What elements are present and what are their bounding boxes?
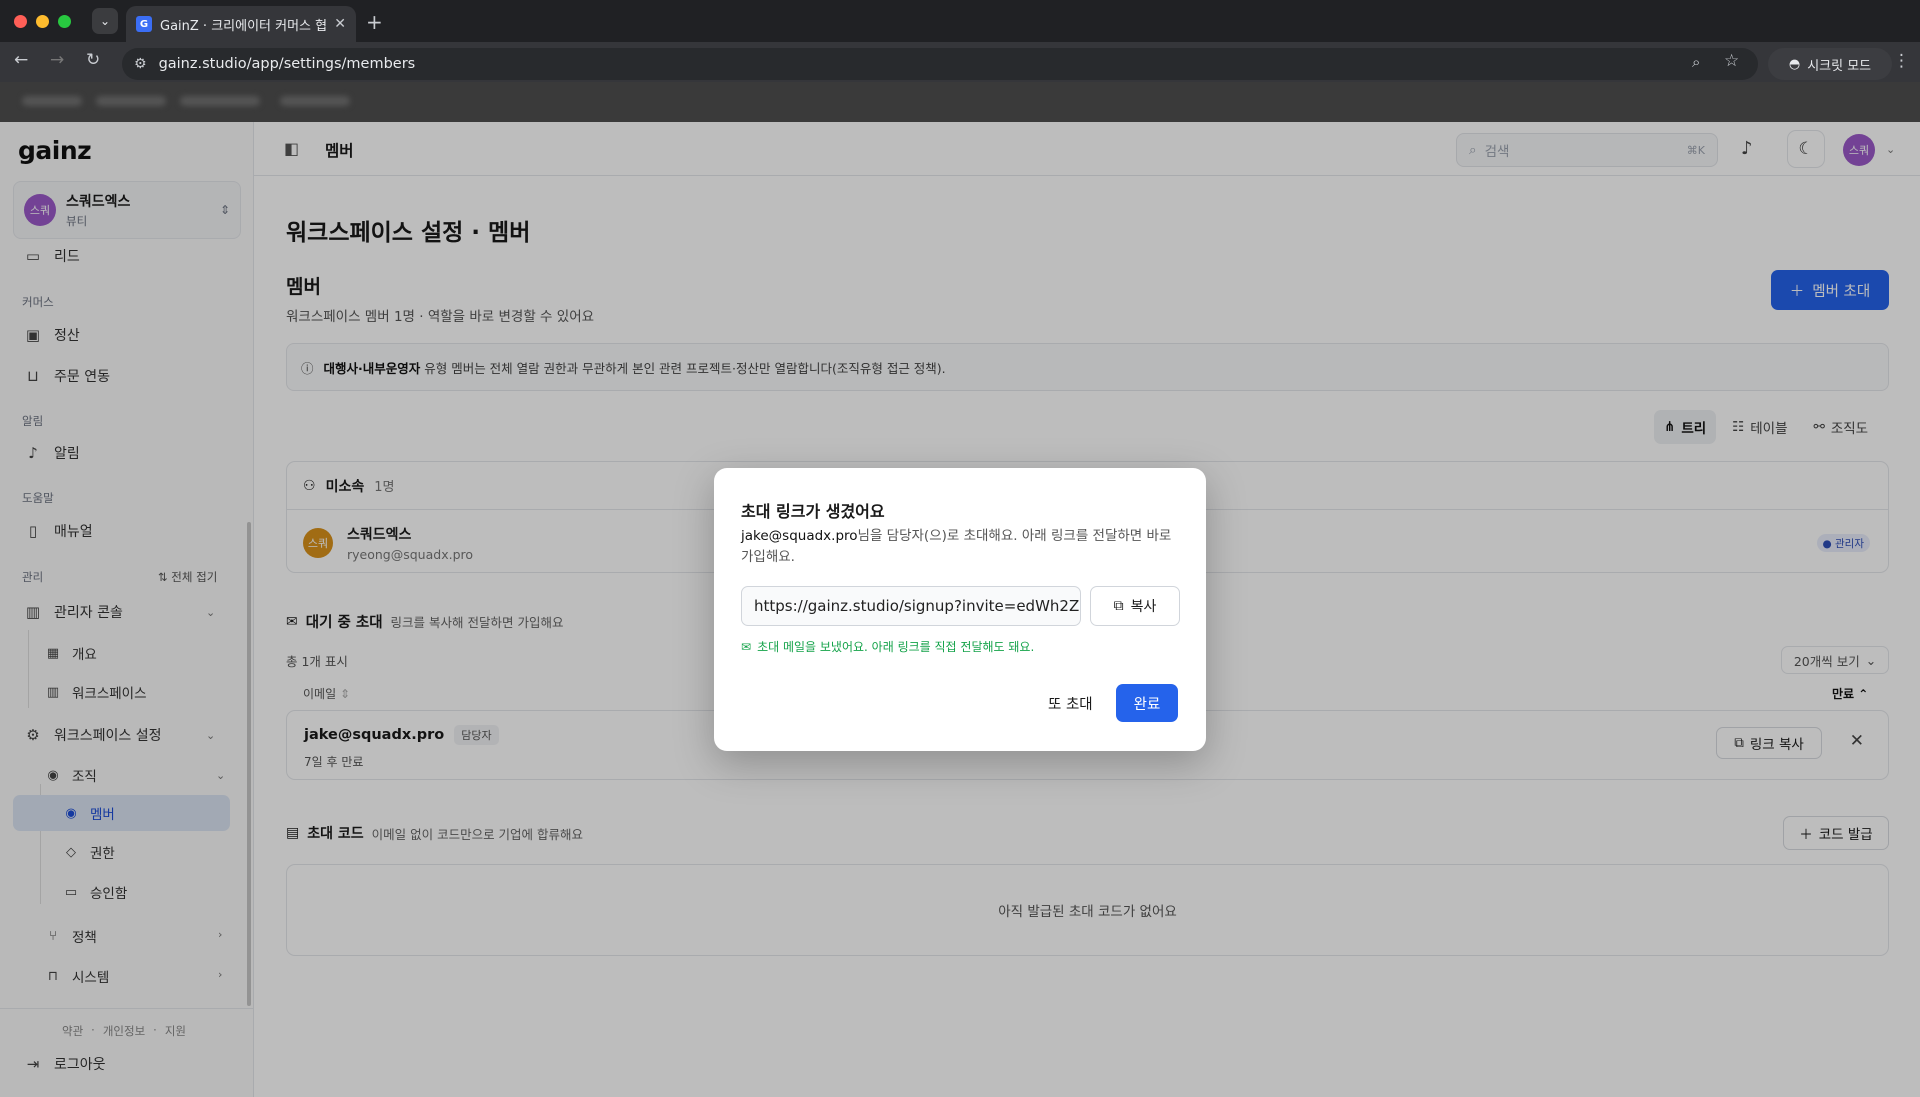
favicon-icon: G — [136, 16, 152, 32]
address-bar[interactable]: ⚙ gainz.studio/app/settings/members — [122, 48, 1758, 80]
browser-menu-icon[interactable]: ⋮ — [1893, 51, 1910, 71]
incognito-label: 시크릿 모드 — [1807, 58, 1872, 74]
chevron-down-icon: ⌄ — [99, 14, 111, 28]
close-window-button[interactable] — [14, 15, 27, 28]
copy-button[interactable]: ⧉ 복사 — [1090, 586, 1180, 626]
copy-icon: ⧉ — [1113, 598, 1124, 614]
maximize-window-button[interactable] — [58, 15, 71, 28]
tab-search-button[interactable]: ⌄ — [92, 8, 118, 34]
email-sent-text: 초대 메일을 보냈어요. 아래 링크를 직접 전달해도 돼요. — [757, 640, 1035, 654]
site-settings-icon[interactable]: ⚙ — [134, 56, 147, 72]
bookmark-star-icon[interactable]: ☆ — [1724, 51, 1739, 71]
tab-close-icon[interactable]: ✕ — [334, 16, 346, 32]
invite-link-dialog: 초대 링크가 생겼어요 jake@squadx.pro님을 담당자(으)로 초대… — [714, 468, 1206, 751]
forward-icon[interactable]: → — [50, 50, 64, 70]
tab-title: GainZ · 크리에이터 커머스 협업 C — [160, 18, 327, 34]
minimize-window-button[interactable] — [36, 15, 49, 28]
new-tab-button[interactable]: + — [366, 10, 383, 34]
url-text: gainz.studio/app/settings/members — [158, 56, 416, 72]
invite-again-button[interactable]: 또 초대 — [1036, 684, 1105, 722]
dialog-email: jake@squadx.pro — [741, 528, 858, 544]
blurred-text — [22, 96, 82, 106]
invite-link-field[interactable]: https://gainz.studio/signup?invite=edWh2… — [741, 586, 1081, 626]
blurred-text — [280, 96, 350, 106]
browser-tab[interactable]: G GainZ · 크리에이터 커머스 협업 C ✕ — [126, 6, 356, 42]
blurred-text — [180, 96, 260, 106]
email-sent-note: ✉ 초대 메일을 보냈어요. 아래 링크를 직접 전달해도 돼요. — [741, 638, 1034, 655]
back-icon[interactable]: ← — [14, 50, 28, 70]
incognito-indicator[interactable]: ◓ 시크릿 모드 — [1768, 48, 1892, 80]
dialog-description: jake@squadx.pro님을 담당자(으)로 초대해요. 아래 링크를 전… — [741, 526, 1181, 568]
blurred-text — [96, 96, 166, 106]
reload-icon[interactable]: ↻ — [86, 50, 100, 70]
zoom-icon[interactable]: ⌕ — [1692, 53, 1700, 71]
mail-icon: ✉ — [741, 639, 752, 654]
dialog-title: 초대 링크가 생겼어요 — [741, 502, 885, 521]
incognito-icon: ◓ — [1788, 56, 1801, 72]
copy-label: 복사 — [1130, 599, 1157, 615]
done-button[interactable]: 완료 — [1116, 684, 1178, 722]
